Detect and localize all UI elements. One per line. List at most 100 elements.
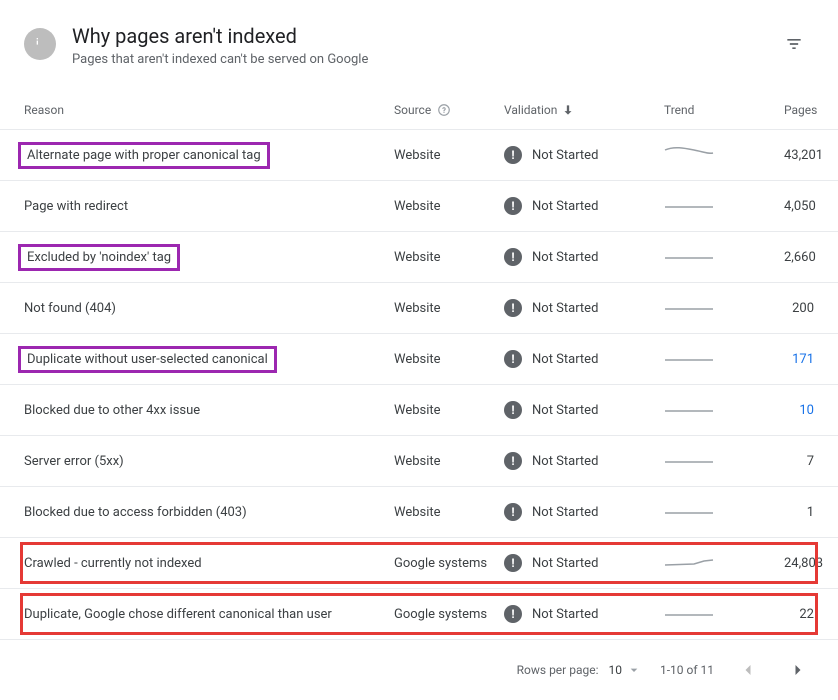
rpp-select[interactable]: 10 <box>608 662 642 678</box>
table-row[interactable]: Crawled - currently not indexedGoogle sy… <box>0 538 838 589</box>
pages-cell: 200 <box>784 301 814 316</box>
source-cell: Website <box>394 250 504 265</box>
reason-text: Alternate page with proper canonical tag <box>18 142 270 169</box>
validation-text: Not Started <box>532 199 598 214</box>
reason-text: Blocked due to access forbidden (403) <box>24 505 247 520</box>
trend-sparkline <box>664 246 714 264</box>
trend-cell <box>664 195 784 217</box>
exclamation-icon: ! <box>504 554 522 572</box>
trend-sparkline <box>664 348 714 366</box>
exclamation-icon: ! <box>504 350 522 368</box>
trend-sparkline <box>664 144 714 162</box>
source-cell: Website <box>394 454 504 469</box>
reason-cell[interactable]: Page with redirect <box>24 199 394 214</box>
next-page-button[interactable] <box>782 654 814 686</box>
info-icon <box>24 28 56 60</box>
pages-cell[interactable]: 10 <box>784 403 814 418</box>
validation-cell: ! Not Started <box>504 197 664 215</box>
validation-text: Not Started <box>532 454 598 469</box>
reason-cell[interactable]: Blocked due to other 4xx issue <box>24 403 394 418</box>
trend-cell <box>664 501 784 523</box>
source-cell: Website <box>394 505 504 520</box>
pages-cell: 1 <box>784 505 814 520</box>
index-coverage-card: Why pages aren't indexed Pages that aren… <box>0 0 838 700</box>
trend-cell <box>664 603 784 625</box>
reason-cell[interactable]: Alternate page with proper canonical tag <box>24 145 394 166</box>
reason-cell[interactable]: Crawled - currently not indexed <box>24 556 394 571</box>
exclamation-icon: ! <box>504 503 522 521</box>
trend-sparkline <box>664 501 714 519</box>
reason-cell[interactable]: Not found (404) <box>24 301 394 316</box>
source-cell: Website <box>394 199 504 214</box>
table-row[interactable]: Duplicate, Google chose different canoni… <box>0 589 838 640</box>
pages-cell: 22 <box>784 607 814 622</box>
trend-cell <box>664 450 784 472</box>
table-header-row: Reason Source Validation Trend Pages <box>0 91 838 130</box>
page-title: Why pages aren't indexed <box>72 24 368 48</box>
table-row[interactable]: Blocked due to access forbidden (403) Web… <box>0 487 838 538</box>
pages-cell: 24,803 <box>784 556 823 571</box>
exclamation-icon: ! <box>504 197 522 215</box>
source-cell: Google systems <box>394 607 504 622</box>
reason-cell[interactable]: Blocked due to access forbidden (403) <box>24 505 394 520</box>
prev-page-button[interactable] <box>732 654 764 686</box>
validation-cell: ! Not Started <box>504 248 664 266</box>
trend-sparkline <box>664 297 714 315</box>
pages-cell[interactable]: 171 <box>784 352 814 367</box>
trend-cell <box>664 297 784 319</box>
rpp-label: Rows per page: <box>517 663 599 677</box>
table-row[interactable]: Duplicate without user-selected canonica… <box>0 334 838 385</box>
source-cell: Website <box>394 403 504 418</box>
page-range: 1-10 of 11 <box>660 663 714 677</box>
validation-cell: !Not Started <box>504 146 664 164</box>
validation-text: Not Started <box>532 301 598 316</box>
pages-cell: 43,201 <box>784 148 823 163</box>
exclamation-icon: ! <box>504 248 522 266</box>
trend-cell <box>664 399 784 421</box>
source-cell: Website <box>394 352 504 367</box>
trend-sparkline <box>664 603 714 621</box>
source-cell: Website <box>394 301 504 316</box>
reason-cell[interactable]: Duplicate, Google chose different canoni… <box>24 607 394 622</box>
exclamation-icon: ! <box>504 146 522 164</box>
reason-cell[interactable]: Excluded by 'noindex' tag <box>24 247 394 268</box>
reason-text: Excluded by 'noindex' tag <box>18 244 180 271</box>
table-row[interactable]: Blocked due to other 4xx issueWebsite!No… <box>0 385 838 436</box>
col-header-pages[interactable]: Pages <box>784 103 817 117</box>
validation-cell: !Not Started <box>504 503 664 521</box>
sort-descending-icon <box>561 103 575 117</box>
reason-text: Not found (404) <box>24 301 116 316</box>
table-row[interactable]: Excluded by 'noindex' tagWebsite!Not Sta… <box>0 232 838 283</box>
validation-text: Not Started <box>532 607 598 622</box>
table-row[interactable]: Page with redirect Website! Not Started 4,0… <box>0 181 838 232</box>
trend-sparkline <box>664 450 714 468</box>
table-pager: Rows per page: 10 1-10 of 11 <box>0 640 838 700</box>
table-row[interactable]: Not found (404)Website!Not Started200 <box>0 283 838 334</box>
pages-cell: 2,660 <box>784 250 816 265</box>
rows-per-page: Rows per page: 10 <box>517 662 642 678</box>
col-header-validation[interactable]: Validation <box>504 103 664 117</box>
filter-button[interactable] <box>774 24 814 64</box>
pages-cell: 4,050 <box>784 199 816 214</box>
table-row[interactable]: Server error (5xx)Website!Not Started7 <box>0 436 838 487</box>
header-left: Why pages aren't indexed Pages that aren… <box>24 24 368 67</box>
header-text: Why pages aren't indexed Pages that aren… <box>72 24 368 67</box>
reason-cell[interactable]: Duplicate without user-selected canonica… <box>24 349 394 370</box>
col-header-trend[interactable]: Trend <box>664 103 784 117</box>
validation-text: Not Started <box>532 250 598 265</box>
help-icon[interactable] <box>437 103 451 117</box>
card-header: Why pages aren't indexed Pages that aren… <box>0 24 838 91</box>
reason-text: Page with redirect <box>24 199 128 214</box>
validation-cell: !Not Started <box>504 605 664 623</box>
table-row[interactable]: Alternate page with proper canonical tag… <box>0 130 838 181</box>
col-header-reason[interactable]: Reason <box>24 103 394 117</box>
trend-cell <box>664 552 784 574</box>
reason-cell[interactable]: Server error (5xx) <box>24 454 394 469</box>
reason-text: Duplicate, Google chose different canoni… <box>24 607 332 622</box>
col-header-source[interactable]: Source <box>394 103 504 117</box>
table-body: Alternate page with proper canonical tag… <box>0 130 838 640</box>
trend-cell <box>664 144 784 166</box>
validation-cell: !Not Started <box>504 554 664 572</box>
validation-cell: !Not Started <box>504 401 664 419</box>
chevron-down-icon <box>626 662 642 678</box>
